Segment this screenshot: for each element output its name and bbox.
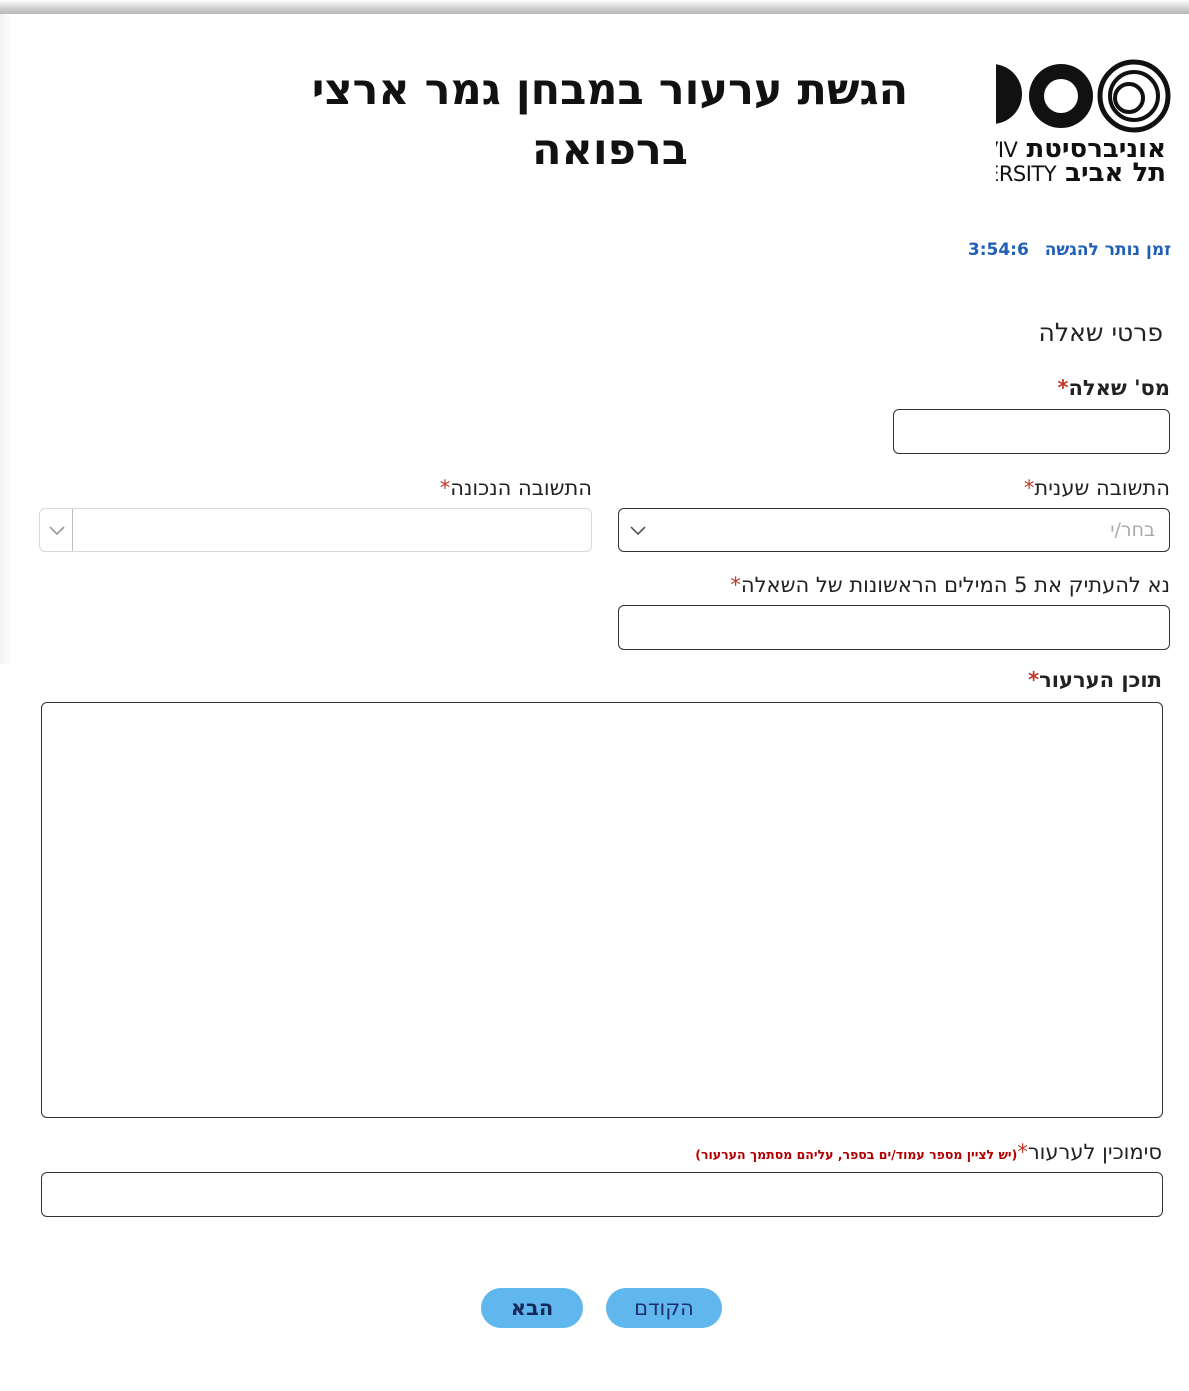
previous-button[interactable]: הקודם: [606, 1288, 722, 1328]
my-answer-placeholder: בחר/י: [1110, 519, 1155, 541]
time-remaining: זמן נותר להגשה 3:54:6: [968, 240, 1171, 260]
first-words-label: נא להעתיק את 5 המילים הראשונות של השאלה*: [730, 573, 1170, 597]
my-answer-label: התשובה שענית*: [1023, 476, 1170, 500]
chevron-down-icon: [630, 526, 646, 536]
references-input[interactable]: [41, 1172, 1163, 1217]
time-remaining-label: זמן נותר להגשה: [1044, 240, 1171, 260]
my-answer-select[interactable]: בחר/י: [618, 508, 1170, 552]
chevron-down-icon: [49, 526, 65, 536]
next-button[interactable]: הבא: [481, 1288, 583, 1328]
references-label: סימוכין לערעור*(יש לציין מספר עמוד/ים בס…: [695, 1140, 1162, 1164]
section-title: פרטי שאלה: [1038, 318, 1163, 347]
question-number-input[interactable]: [893, 409, 1170, 454]
university-logo: אוניברסיטת AVIV תל אביב ERSITY: [996, 56, 1174, 186]
references-hint: (יש לציין מספר עמוד/ים בספר, עליהם מסתמך…: [695, 1147, 1018, 1162]
logo-text-line2: תל אביב ERSITY: [996, 158, 1166, 186]
window-top-shadow: [0, 0, 1189, 14]
first-words-input[interactable]: [618, 605, 1170, 650]
question-number-label: מס' שאלה*: [1057, 376, 1170, 400]
correct-answer-select[interactable]: [39, 508, 592, 552]
time-remaining-value: 3:54:6: [967, 240, 1029, 260]
correct-answer-label: התשובה הנכונה*: [439, 476, 592, 500]
left-edge-shadow: [0, 14, 12, 664]
page-title: הגשת ערעור במבחן גמר ארצי ברפואה: [311, 65, 909, 175]
appeal-content-textarea[interactable]: [41, 702, 1163, 1118]
logo-circles-icon: [996, 59, 1171, 133]
appeal-content-label: תוכן הערעור*: [1028, 668, 1162, 692]
